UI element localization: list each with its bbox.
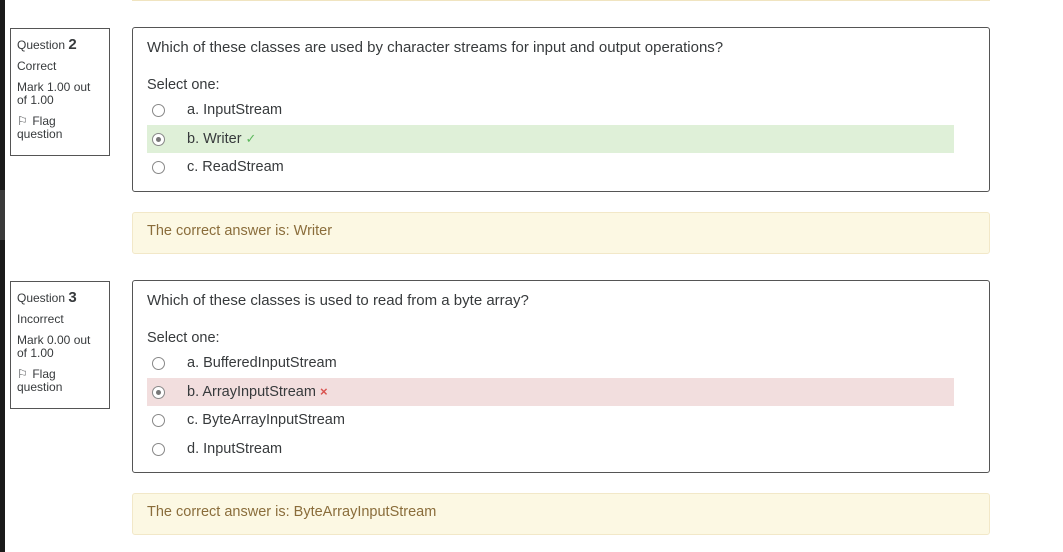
answer-option[interactable]: c. ByteArrayInputStream xyxy=(147,406,954,435)
radio-button[interactable] xyxy=(152,104,165,117)
question-info-3: Question 3 Incorrect Mark 0.00 out of 1.… xyxy=(10,281,110,409)
question-info-2: Question 2 Correct Mark 1.00 out of 1.00… xyxy=(10,28,110,156)
question-state: Correct xyxy=(17,59,57,73)
select-one-prompt: Select one: xyxy=(147,77,220,93)
answer-option[interactable]: a. BufferedInputStream xyxy=(147,349,954,378)
correct-answer-feedback: The correct answer is: Writer xyxy=(132,212,990,254)
question-grade: Mark 1.00 out of 1.00 xyxy=(17,80,91,107)
radio-button[interactable] xyxy=(152,357,165,370)
question-formulation-3: Which of these classes is used to read f… xyxy=(132,280,990,473)
radio-button[interactable] xyxy=(152,161,165,174)
answer-option[interactable]: d. InputStream xyxy=(147,435,954,464)
question-state: Incorrect xyxy=(17,312,64,326)
answer-option[interactable]: b. ArrayInputStream × xyxy=(147,377,954,406)
answer-option[interactable]: a. InputStream xyxy=(147,96,954,125)
answer-list: a. BufferedInputStream b. ArrayInputStre… xyxy=(147,349,975,463)
flag-question-link[interactable]: ⚐ Flag question xyxy=(17,115,103,141)
question-formulation-2: Which of these classes are used by chara… xyxy=(132,27,990,192)
answer-list: a. InputStream b. Writer ✓ c. ReadStream xyxy=(147,96,975,182)
question-text: Which of these classes are used by chara… xyxy=(147,39,724,56)
flag-question-link[interactable]: ⚐ Flag question xyxy=(17,368,103,394)
check-icon: ✓ xyxy=(245,130,257,146)
question-grade: Mark 0.00 out of 1.00 xyxy=(17,333,91,360)
answer-option[interactable]: c. ReadStream xyxy=(147,153,954,182)
radio-button[interactable] xyxy=(152,132,165,146)
cross-icon: × xyxy=(319,383,328,399)
question-text: Which of these classes is used to read f… xyxy=(147,292,529,309)
question-number: Question 3 xyxy=(17,289,77,306)
question-number: Question 2 xyxy=(17,36,77,53)
radio-button[interactable] xyxy=(152,385,165,399)
correct-answer-feedback: The correct answer is: ByteArrayInputStr… xyxy=(132,493,990,535)
window-edge xyxy=(0,0,5,552)
previous-feedback-edge xyxy=(132,0,990,1)
radio-button[interactable] xyxy=(152,414,165,427)
answer-option[interactable]: b. Writer ✓ xyxy=(147,124,954,153)
select-one-prompt: Select one: xyxy=(147,330,220,346)
radio-button[interactable] xyxy=(152,442,165,456)
